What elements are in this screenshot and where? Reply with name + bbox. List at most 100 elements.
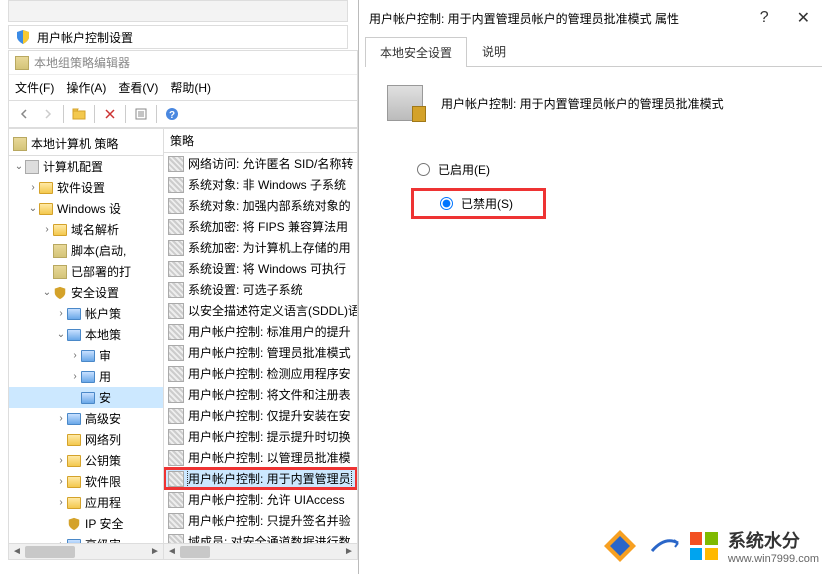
policy-list-item[interactable]: 用户帐户控制: 用于内置管理员 — [164, 468, 357, 489]
windows-logo-icon — [690, 532, 718, 560]
scroll-left-icon[interactable]: ◄ — [9, 544, 25, 560]
policy-list-item[interactable]: 用户帐户控制: 只提升签名并验 — [164, 510, 357, 531]
policy-list-item[interactable]: 网络访问: 允许匿名 SID/名称转 — [164, 153, 357, 174]
policy-item-label: 用户帐户控制: 管理员批准模式 — [188, 344, 351, 361]
policy-item-label: 用户帐户控制: 将文件和注册表 — [188, 386, 351, 403]
caret-right-icon[interactable]: › — [55, 413, 67, 424]
gpe-title-text: 本地组策略编辑器 — [34, 54, 130, 71]
nav-fwd-button[interactable] — [37, 103, 59, 125]
tree-node[interactable]: 安 — [9, 387, 163, 408]
radio-disabled[interactable] — [440, 197, 453, 210]
tree-node[interactable]: 已部署的打 — [9, 261, 163, 282]
up-folder-button[interactable] — [68, 103, 90, 125]
scroll-left-icon[interactable]: ◄ — [164, 544, 180, 560]
policy-list-item[interactable]: 用户帐户控制: 检测应用程序安 — [164, 363, 357, 384]
policy-list-item[interactable]: 用户帐户控制: 以管理员批准模 — [164, 447, 357, 468]
tree-node[interactable]: ›应用程 — [9, 492, 163, 513]
tree-node-label: 安 — [99, 389, 111, 406]
caret-down-icon[interactable]: ⌄ — [13, 161, 25, 172]
tree-node[interactable]: ⌄计算机配置 — [9, 156, 163, 177]
computer-icon — [25, 160, 39, 174]
tree-header: 本地计算机 策略 — [9, 132, 163, 156]
list-panel[interactable]: 策略 网络访问: 允许匿名 SID/名称转系统对象: 非 Windows 子系统… — [164, 129, 357, 559]
folder-icon — [39, 203, 53, 215]
list-hscrollbar[interactable]: ◄ ► — [164, 543, 357, 559]
caret-right-icon[interactable]: › — [55, 476, 67, 487]
radio-enabled[interactable] — [417, 163, 430, 176]
caret-right-icon[interactable]: › — [55, 497, 67, 508]
policy-list-item[interactable]: 用户帐户控制: 标准用户的提升 — [164, 321, 357, 342]
policy-list-item[interactable]: 用户帐户控制: 提示提升时切换 — [164, 426, 357, 447]
dialog-close-button[interactable]: ✕ — [789, 8, 818, 28]
policy-item-icon — [168, 471, 184, 487]
menu-action[interactable]: 操作(A) — [66, 79, 106, 96]
tree-panel[interactable]: 本地计算机 策略 ⌄计算机配置›软件设置⌄Windows 设›域名解析脚本(启动… — [9, 129, 164, 559]
menu-view[interactable]: 查看(V) — [118, 79, 158, 96]
caret-right-icon[interactable]: › — [55, 455, 67, 466]
tree-node-label: 已部署的打 — [71, 263, 131, 280]
caret-right-icon[interactable]: › — [41, 224, 53, 235]
tree-node[interactable]: ›软件限 — [9, 471, 163, 492]
caret-right-icon[interactable]: › — [55, 308, 67, 319]
tree-hscrollbar[interactable]: ◄ ► — [9, 543, 163, 559]
policy-item-label: 系统加密: 将 FIPS 兼容算法用 — [188, 218, 348, 235]
policy-list-item[interactable]: 系统对象: 加强内部系统对象的 — [164, 195, 357, 216]
menu-file[interactable]: 文件(F) — [15, 79, 54, 96]
policy-list-item[interactable]: 系统加密: 将 FIPS 兼容算法用 — [164, 216, 357, 237]
tree-node[interactable]: ›软件设置 — [9, 177, 163, 198]
tree-node[interactable]: 脚本(启动, — [9, 240, 163, 261]
tree-node[interactable]: IP 安全 — [9, 513, 163, 534]
watermark-url: www.win7999.com — [728, 553, 819, 565]
policy-item-icon — [168, 366, 184, 382]
dialog-help-button[interactable]: ? — [760, 9, 769, 27]
tree-node-label: 网络列 — [85, 431, 121, 448]
tree-node-label: IP 安全 — [85, 515, 123, 532]
tree-node[interactable]: › 帐户策 — [9, 303, 163, 324]
delete-button[interactable] — [99, 103, 121, 125]
scroll-right-icon[interactable]: ► — [341, 544, 357, 560]
caret-down-icon[interactable]: ⌄ — [27, 203, 39, 214]
folder-icon — [67, 413, 81, 425]
caret-down-icon[interactable]: ⌄ — [41, 287, 53, 298]
list-header[interactable]: 策略 — [164, 129, 357, 153]
policy-list-item[interactable]: 用户帐户控制: 允许 UIAccess — [164, 489, 357, 510]
tree-node[interactable]: ⌄Windows 设 — [9, 198, 163, 219]
nav-back-button[interactable] — [13, 103, 35, 125]
policy-item-label: 网络访问: 允许匿名 SID/名称转 — [188, 155, 353, 172]
caret-right-icon[interactable]: › — [27, 182, 39, 193]
policy-list-item[interactable]: 系统设置: 将 Windows 可执行 — [164, 258, 357, 279]
tree-node[interactable]: ›公钥策 — [9, 450, 163, 471]
tree-node[interactable]: ⌄本地策 — [9, 324, 163, 345]
radio-enabled-row[interactable]: 已启用(E) — [417, 161, 770, 178]
caret-right-icon[interactable]: › — [69, 371, 81, 382]
tree-node-label: 高级安 — [85, 410, 121, 427]
policy-list-item[interactable]: 系统加密: 为计算机上存储的用 — [164, 237, 357, 258]
help-button[interactable]: ? — [161, 103, 183, 125]
policy-description-row: 用户帐户控制: 用于内置管理员帐户的管理员批准模式 — [387, 85, 800, 121]
tree-node[interactable]: ⌄安全设置 — [9, 282, 163, 303]
menu-help[interactable]: 帮助(H) — [170, 79, 211, 96]
tree-node[interactable]: ›域名解析 — [9, 219, 163, 240]
tab-local-security[interactable]: 本地安全设置 — [365, 37, 467, 67]
tree-node[interactable]: ›审 — [9, 345, 163, 366]
policy-list-item[interactable]: 用户帐户控制: 仅提升安装在安 — [164, 405, 357, 426]
tree-node[interactable]: › 高级安 — [9, 408, 163, 429]
properties-button[interactable] — [130, 103, 152, 125]
policy-list-item[interactable]: 用户帐户控制: 管理员批准模式 — [164, 342, 357, 363]
tab-explanation[interactable]: 说明 — [467, 36, 521, 66]
tree-node[interactable]: 网络列 — [9, 429, 163, 450]
policy-list-item[interactable]: 用户帐户控制: 将文件和注册表 — [164, 384, 357, 405]
tree-node-label: 帐户策 — [85, 305, 121, 322]
caret-down-icon[interactable]: ⌄ — [55, 329, 67, 340]
tree-node[interactable]: ›用 — [9, 366, 163, 387]
policy-list-item[interactable]: 系统设置: 可选子系统 — [164, 279, 357, 300]
policy-item-icon — [168, 345, 184, 361]
policy-item-icon — [168, 261, 184, 277]
policy-list-item[interactable]: 以安全描述符定义语言(SDDL)语 — [164, 300, 357, 321]
scroll-right-icon[interactable]: ► — [147, 544, 163, 560]
folder-icon — [67, 476, 81, 488]
radio-enabled-label: 已启用(E) — [438, 161, 490, 178]
policy-list-item[interactable]: 系统对象: 非 Windows 子系统 — [164, 174, 357, 195]
caret-right-icon[interactable]: › — [69, 350, 81, 361]
policy-item-icon — [168, 387, 184, 403]
